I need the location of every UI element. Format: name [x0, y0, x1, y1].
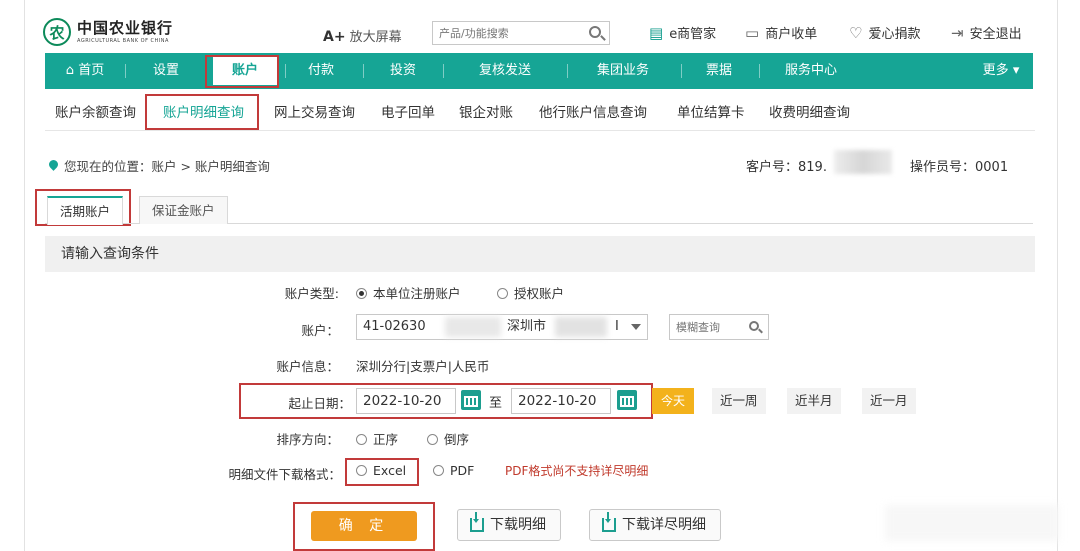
- fade-overlay: [885, 505, 1059, 541]
- subnav-e-receipt[interactable]: 电子回单: [381, 101, 435, 121]
- logo-subtitle: AGRICULTURAL BANK OF CHINA: [77, 37, 169, 44]
- pdf-format-note: PDF格式尚不支持详尽明细: [505, 464, 649, 478]
- nav-group-business[interactable]: 集团业务: [577, 53, 669, 89]
- donation-link[interactable]: ♡ 爱心捐款: [849, 23, 920, 43]
- today-button[interactable]: 今天: [652, 388, 694, 414]
- tab-current-account[interactable]: 活期账户: [47, 196, 124, 225]
- customer-number: 客户号：819.: [746, 160, 827, 175]
- radio-unchecked-icon: [497, 288, 508, 299]
- account-name-tail: I: [615, 319, 619, 334]
- subnav-balance-query[interactable]: 账户余额查询: [55, 101, 136, 121]
- font-size-icon: A+: [323, 29, 346, 45]
- radio-unchecked-icon: [356, 434, 367, 445]
- download-icon: [602, 512, 616, 532]
- breadcrumb-text: 您现在的位置：账户 > 账户明细查询: [64, 159, 270, 174]
- subnav-fee-query[interactable]: 收费明细查询: [769, 101, 850, 121]
- account-info-label: 账户信息：: [276, 359, 339, 374]
- redacted-account-digits: [445, 317, 501, 337]
- e-merchant-link[interactable]: ▤ e商管家: [649, 23, 716, 43]
- account-select[interactable]: 41-02630 深圳市 I: [356, 314, 648, 340]
- heart-hand-icon: ♡: [849, 23, 863, 42]
- radio-authorized-account[interactable]: 授权账户: [497, 283, 564, 302]
- radio-format-pdf[interactable]: PDF: [433, 463, 474, 478]
- last-week-button[interactable]: 近一周: [712, 388, 766, 414]
- radio-checked-icon: [356, 288, 367, 299]
- account-info-value: 深圳分行|支票户|人民币: [356, 359, 490, 374]
- nav-review-send[interactable]: 复核发送: [453, 53, 557, 89]
- logo-title: 中国农业银行: [77, 18, 174, 37]
- highlight-detail-query: [145, 94, 259, 130]
- last-month-button[interactable]: 近一月: [862, 388, 916, 414]
- product-search-box[interactable]: [432, 21, 610, 45]
- redacted-account-name: [555, 317, 607, 337]
- date-range-label: 起止日期：: [288, 396, 351, 411]
- subnav-online-tx-query[interactable]: 网上交易查询: [274, 101, 355, 121]
- pos-terminal-icon: ▭: [745, 23, 760, 42]
- radio-unchecked-icon: [356, 465, 367, 476]
- redacted-customer-number: [834, 150, 892, 174]
- nav-settings[interactable]: 设置: [141, 53, 191, 89]
- radio-unchecked-icon: [427, 434, 438, 445]
- nav-more[interactable]: 更多 ▾: [975, 53, 1027, 89]
- sort-direction-label: 排序方向：: [276, 432, 339, 447]
- abc-logo-icon: 农: [43, 18, 71, 46]
- store-icon: ▤: [649, 23, 664, 42]
- confirm-button[interactable]: 确 定: [311, 511, 417, 541]
- date-separator: 至: [489, 396, 503, 411]
- subnav-reconciliation[interactable]: 银企对账: [459, 101, 513, 121]
- nav-bills[interactable]: 票据: [691, 53, 747, 89]
- main-nav: ⌂ 首页 设置 账户 付款 投资 复核发送 集团业务 票据 服务中心 更多 ▾: [45, 53, 1033, 89]
- end-date-input[interactable]: [511, 388, 611, 414]
- page-frame: 农 中国农业银行 AGRICULTURAL BANK OF CHINA A+ 放大…: [24, 0, 1059, 551]
- account-city: 深圳市: [507, 319, 547, 334]
- bank-logo[interactable]: 农 中国农业银行 AGRICULTURAL BANK OF CHINA: [43, 18, 173, 46]
- caret-down-icon: ▾: [1012, 63, 1020, 78]
- query-panel-title: 请输入查询条件: [45, 236, 1035, 272]
- subnav-other-bank-info[interactable]: 他行账户信息查询: [539, 101, 647, 121]
- account-type-label: 账户类型:: [284, 286, 339, 301]
- nav-home[interactable]: ⌂ 首页: [55, 53, 115, 89]
- header: 农 中国农业银行 AGRICULTURAL BANK OF CHINA A+ 放大…: [25, 0, 1059, 50]
- radio-unchecked-icon: [433, 465, 444, 476]
- account-number: 41-02630: [363, 319, 426, 334]
- subnav-settlement-card[interactable]: 单位结算卡: [677, 101, 745, 121]
- start-date-input[interactable]: [356, 388, 456, 414]
- radio-registered-account[interactable]: 本单位注册账户: [356, 283, 461, 302]
- merchant-acquiring-link[interactable]: ▭ 商户收单: [745, 23, 817, 43]
- calendar-icon[interactable]: [461, 390, 481, 410]
- logout-icon: ⇥: [951, 23, 964, 42]
- download-icon: [470, 512, 484, 532]
- product-search-input[interactable]: [433, 22, 579, 45]
- radio-format-excel[interactable]: Excel: [356, 463, 406, 478]
- account-label: 账户：: [301, 323, 339, 338]
- nav-payment[interactable]: 付款: [297, 53, 345, 89]
- nav-investment[interactable]: 投资: [379, 53, 427, 89]
- download-detail-button[interactable]: 下载明细: [457, 509, 561, 541]
- search-icon[interactable]: [749, 321, 759, 331]
- enlarge-screen-label: 放大屏幕: [349, 30, 402, 45]
- breadcrumb: 您现在的位置：账户 > 账户明细查询: [49, 156, 270, 175]
- operator-number: 操作员号：0001: [910, 160, 1009, 175]
- last-half-month-button[interactable]: 近半月: [787, 388, 841, 414]
- enlarge-screen-button[interactable]: A+ 放大屏幕: [323, 26, 402, 45]
- account-tabs: 活期账户 保证金账户: [45, 190, 1033, 225]
- home-icon: ⌂: [65, 63, 75, 78]
- fuzzy-search-input[interactable]: [670, 315, 742, 339]
- radio-sort-ascending[interactable]: 正序: [356, 429, 398, 448]
- logout-link[interactable]: ⇥ 安全退出: [951, 23, 1022, 43]
- location-pin-icon: [49, 160, 58, 171]
- download-format-label: 明细文件下载格式：: [228, 467, 341, 482]
- fuzzy-search-box[interactable]: [669, 314, 769, 340]
- tab-deposit-account[interactable]: 保证金账户: [139, 196, 228, 224]
- download-full-detail-button[interactable]: 下载详尽明细: [589, 509, 721, 541]
- highlight-nav-account: [205, 55, 279, 88]
- nav-service-center[interactable]: 服务中心: [769, 53, 853, 89]
- dropdown-arrow-icon: [631, 324, 641, 330]
- search-icon[interactable]: [589, 26, 601, 38]
- radio-sort-descending[interactable]: 倒序: [427, 429, 469, 448]
- calendar-icon[interactable]: [617, 390, 637, 410]
